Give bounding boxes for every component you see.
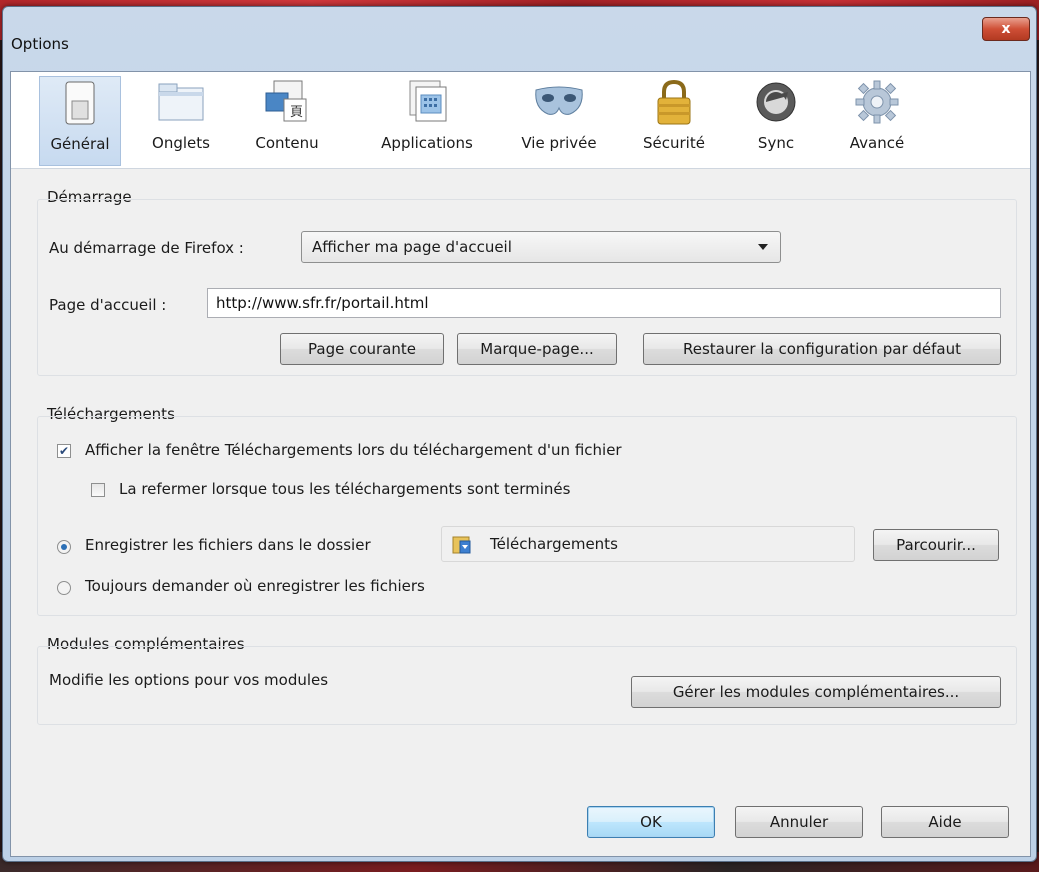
title-bar[interactable]: Options x [3, 7, 1036, 53]
dialog-client-area: Général Onglets 頁 Contenu Applications V… [10, 71, 1031, 857]
tab-onglets[interactable]: Onglets [141, 76, 221, 164]
close-when-done-label: La refermer lorsque tous les téléchargem… [119, 480, 571, 498]
tabs-icon [153, 76, 209, 128]
bookmark-button[interactable]: Marque-page... [457, 333, 617, 365]
general-pane: Démarrage Au démarrage de Firefox : Affi… [11, 169, 1030, 856]
chevron-down-icon [758, 244, 768, 250]
startup-mode-value: Afficher ma page d'accueil [312, 238, 512, 256]
tab-vie-privee-label: Vie privée [521, 134, 597, 152]
tab-securite[interactable]: Sécurité [629, 76, 719, 164]
gear-icon [849, 76, 905, 128]
show-downloads-label: Afficher la fenêtre Téléchargements lors… [85, 441, 622, 459]
tab-securite-label: Sécurité [643, 134, 705, 152]
tab-avance[interactable]: Avancé [837, 76, 917, 164]
options-dialog: Options x Général Onglets 頁 Contenu Appl… [2, 6, 1037, 862]
content-icon: 頁 [259, 76, 315, 128]
show-downloads-checkbox[interactable]: ✔ [57, 444, 71, 458]
manage-addons-button-label: Gérer les modules complémentaires... [672, 683, 960, 701]
always-ask-radio[interactable] [57, 581, 71, 595]
restore-default-button-label: Restaurer la configuration par défaut [682, 340, 962, 358]
svg-text:頁: 頁 [290, 105, 303, 120]
bookmark-button-label: Marque-page... [480, 340, 594, 358]
save-to-folder-label: Enregistrer les fichiers dans le dossier [85, 536, 371, 554]
tab-contenu[interactable]: 頁 Contenu [247, 76, 327, 164]
tab-applications[interactable]: Applications [369, 76, 485, 164]
close-when-done-checkbox[interactable] [91, 483, 105, 497]
sync-icon [748, 76, 804, 128]
download-folder-name: Téléchargements [490, 535, 618, 553]
lock-icon [646, 76, 702, 128]
ok-button-label: OK [640, 813, 662, 831]
browse-button[interactable]: Parcourir... [873, 529, 999, 561]
tab-onglets-label: Onglets [152, 134, 210, 152]
tab-sync[interactable]: Sync [739, 76, 813, 164]
current-page-button-label: Page courante [308, 340, 416, 358]
folder-icon [452, 533, 472, 555]
preferences-toolbar: Général Onglets 頁 Contenu Applications V… [11, 72, 1030, 169]
tab-contenu-label: Contenu [255, 134, 319, 152]
save-to-folder-radio[interactable] [57, 540, 71, 554]
help-button-label: Aide [928, 813, 962, 831]
close-button[interactable]: x [982, 17, 1030, 41]
homepage-value: http://www.sfr.fr/portail.html [216, 294, 429, 312]
startup-mode-select[interactable]: Afficher ma page d'accueil [301, 231, 781, 263]
tab-vie-privee[interactable]: Vie privée [509, 76, 609, 164]
close-icon: x [1001, 21, 1011, 37]
window-title: Options [11, 35, 69, 53]
cancel-button-label: Annuler [769, 813, 829, 831]
download-folder-field: Téléchargements [441, 526, 855, 562]
help-button[interactable]: Aide [881, 806, 1009, 838]
manage-addons-button[interactable]: Gérer les modules complémentaires... [631, 676, 1001, 708]
always-ask-label: Toujours demander où enregistrer les fic… [85, 577, 425, 595]
homepage-label: Page d'accueil : [49, 296, 167, 314]
applications-icon [399, 76, 455, 128]
current-page-button[interactable]: Page courante [280, 333, 444, 365]
cancel-button[interactable]: Annuler [735, 806, 863, 838]
browse-button-label: Parcourir... [896, 536, 976, 554]
privacy-mask-icon [531, 76, 587, 128]
restore-default-button[interactable]: Restaurer la configuration par défaut [643, 333, 1001, 365]
homepage-input[interactable]: http://www.sfr.fr/portail.html [207, 288, 1001, 318]
tab-applications-label: Applications [381, 134, 473, 152]
tab-general-label: Général [50, 135, 110, 153]
ok-button[interactable]: OK [587, 806, 715, 838]
tab-avance-label: Avancé [849, 134, 905, 152]
startup-mode-label: Au démarrage de Firefox : [49, 239, 244, 257]
tab-general[interactable]: Général [39, 76, 121, 166]
addons-description: Modifie les options pour vos modules [49, 671, 329, 689]
tab-sync-label: Sync [757, 134, 795, 152]
general-icon [52, 77, 108, 129]
